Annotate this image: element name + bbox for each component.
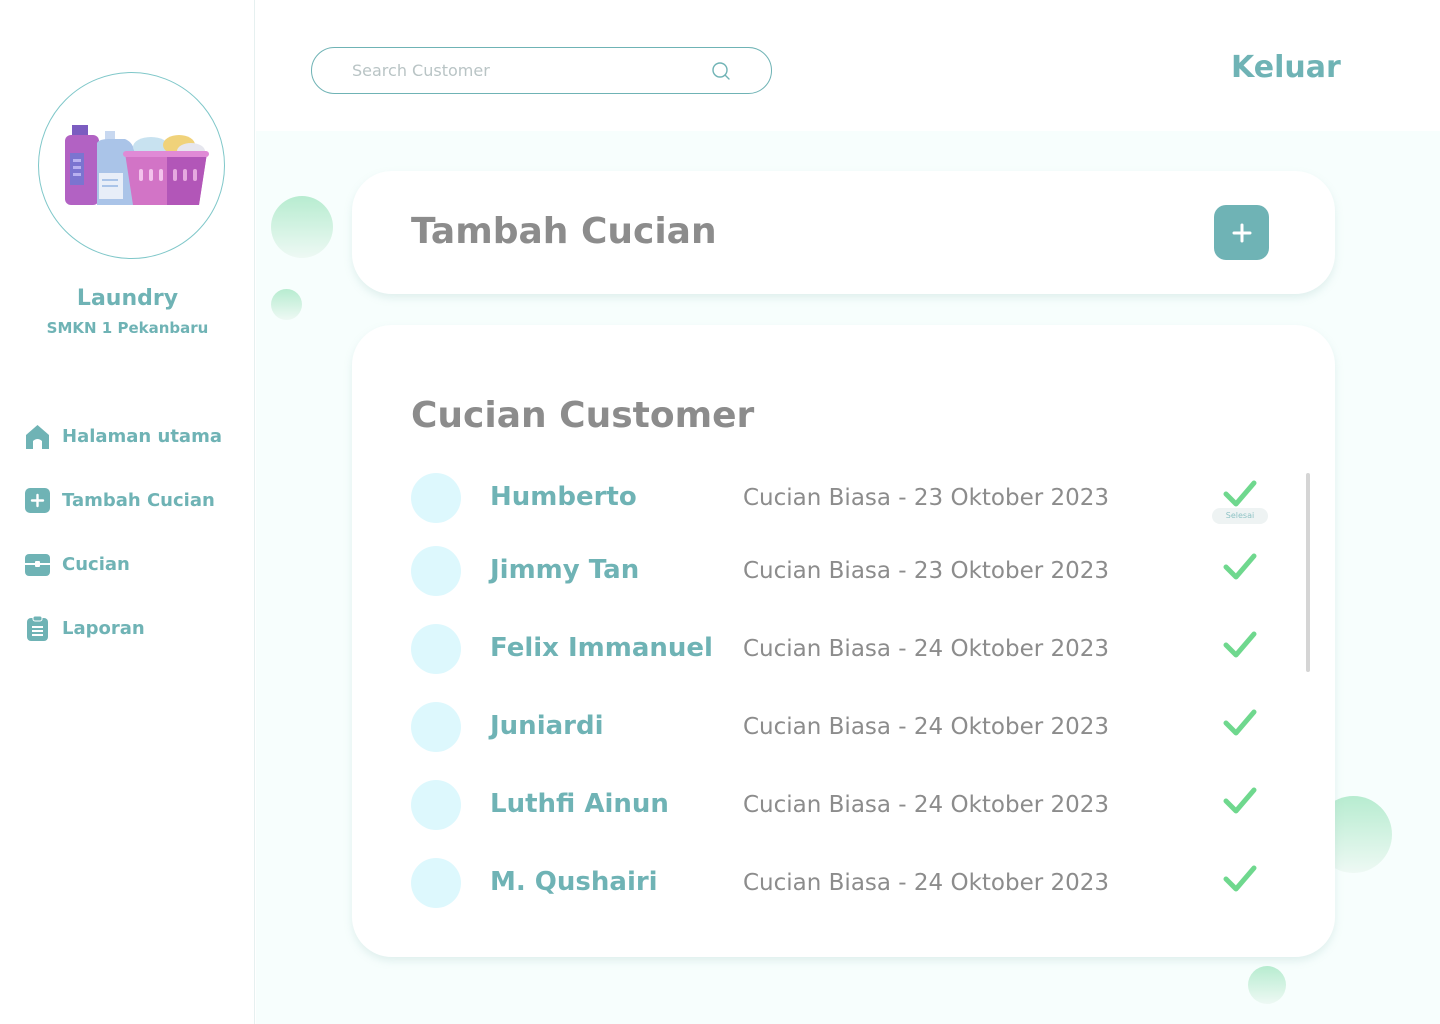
laundry-info: Cucian Biasa - 23 Oktober 2023 <box>743 485 1110 511</box>
clipboard-icon <box>24 615 51 642</box>
decorative-bubble <box>271 289 302 320</box>
sidebar-item-halaman-utama[interactable]: Halaman utama <box>24 420 222 452</box>
customer-name: Jimmy Tan <box>490 555 640 585</box>
decorative-bubble <box>271 196 333 258</box>
check-icon[interactable] <box>1223 864 1257 894</box>
check-icon[interactable] <box>1223 708 1257 738</box>
sidebar-item-label: Halaman utama <box>62 425 222 447</box>
brand-subtitle: SMKN 1 Pekanbaru <box>46 319 209 337</box>
laundry-logo <box>38 72 225 259</box>
check-icon[interactable] <box>1223 479 1257 509</box>
search-input[interactable] <box>352 61 711 80</box>
sidebar-nav: Halaman utama Tambah Cucian Cucian Lapor… <box>24 420 222 676</box>
customer-name: Luthfi Ainun <box>490 789 669 819</box>
laundry-info: Cucian Biasa - 24 Oktober 2023 <box>743 714 1110 740</box>
laundry-info: Cucian Biasa - 24 Oktober 2023 <box>743 636 1110 662</box>
add-laundry-button[interactable] <box>1214 205 1269 260</box>
customer-laundry-card: Cucian Customer Humberto Cucian Biasa - … <box>352 325 1335 957</box>
sidebar: Laundry SMKN 1 Pekanbaru Halaman utama T… <box>0 0 255 1024</box>
sidebar-item-laporan[interactable]: Laporan <box>24 612 222 644</box>
customer-laundry-title: Cucian Customer <box>411 395 755 436</box>
check-icon[interactable] <box>1223 552 1257 582</box>
sidebar-item-label: Tambah Cucian <box>62 489 215 511</box>
list-item[interactable]: Jimmy Tan Cucian Biasa - 23 Oktober 2023 <box>411 546 1271 598</box>
status-tooltip: Selesai <box>1212 508 1268 524</box>
list-item[interactable]: M. Qushairi Cucian Biasa - 24 Oktober 20… <box>411 858 1271 910</box>
avatar <box>411 702 461 752</box>
laundry-info: Cucian Biasa - 24 Oktober 2023 <box>743 792 1110 818</box>
brand-title: Laundry <box>76 286 179 311</box>
list-item[interactable]: Juniardi Cucian Biasa - 24 Oktober 2023 <box>411 702 1271 754</box>
avatar <box>411 858 461 908</box>
list-item[interactable]: Humberto Cucian Biasa - 23 Oktober 2023 … <box>411 473 1271 525</box>
check-icon[interactable] <box>1223 630 1257 660</box>
list-scrollbar[interactable] <box>1306 473 1310 672</box>
sidebar-item-cucian[interactable]: Cucian <box>24 548 222 580</box>
customer-name: Humberto <box>490 482 637 512</box>
laundry-info: Cucian Biasa - 24 Oktober 2023 <box>743 870 1110 896</box>
avatar <box>411 546 461 596</box>
sidebar-item-tambah-cucian[interactable]: Tambah Cucian <box>24 484 222 516</box>
sidebar-item-label: Cucian <box>62 553 130 575</box>
add-laundry-card: Tambah Cucian <box>352 171 1335 294</box>
add-laundry-title: Tambah Cucian <box>411 211 717 252</box>
box-icon <box>24 551 51 578</box>
home-icon <box>24 423 51 450</box>
check-icon[interactable] <box>1223 786 1257 816</box>
plus-square-icon <box>24 487 51 514</box>
decorative-bubble <box>1248 966 1286 1004</box>
avatar <box>411 624 461 674</box>
customer-name: Juniardi <box>490 711 604 741</box>
avatar <box>411 473 461 523</box>
avatar <box>411 780 461 830</box>
search-icon[interactable] <box>711 61 731 81</box>
customer-name: Felix Immanuel <box>490 633 713 663</box>
search-bar <box>311 47 772 94</box>
laundry-info: Cucian Biasa - 23 Oktober 2023 <box>743 558 1110 584</box>
customer-name: M. Qushairi <box>490 867 658 897</box>
logout-button[interactable]: Keluar <box>1231 50 1341 85</box>
laundry-basket-illustration <box>65 125 209 205</box>
sidebar-item-label: Laporan <box>62 617 145 639</box>
list-item[interactable]: Luthfi Ainun Cucian Biasa - 24 Oktober 2… <box>411 780 1271 832</box>
list-item[interactable]: Felix Immanuel Cucian Biasa - 24 Oktober… <box>411 624 1271 676</box>
plus-icon <box>1232 223 1251 242</box>
